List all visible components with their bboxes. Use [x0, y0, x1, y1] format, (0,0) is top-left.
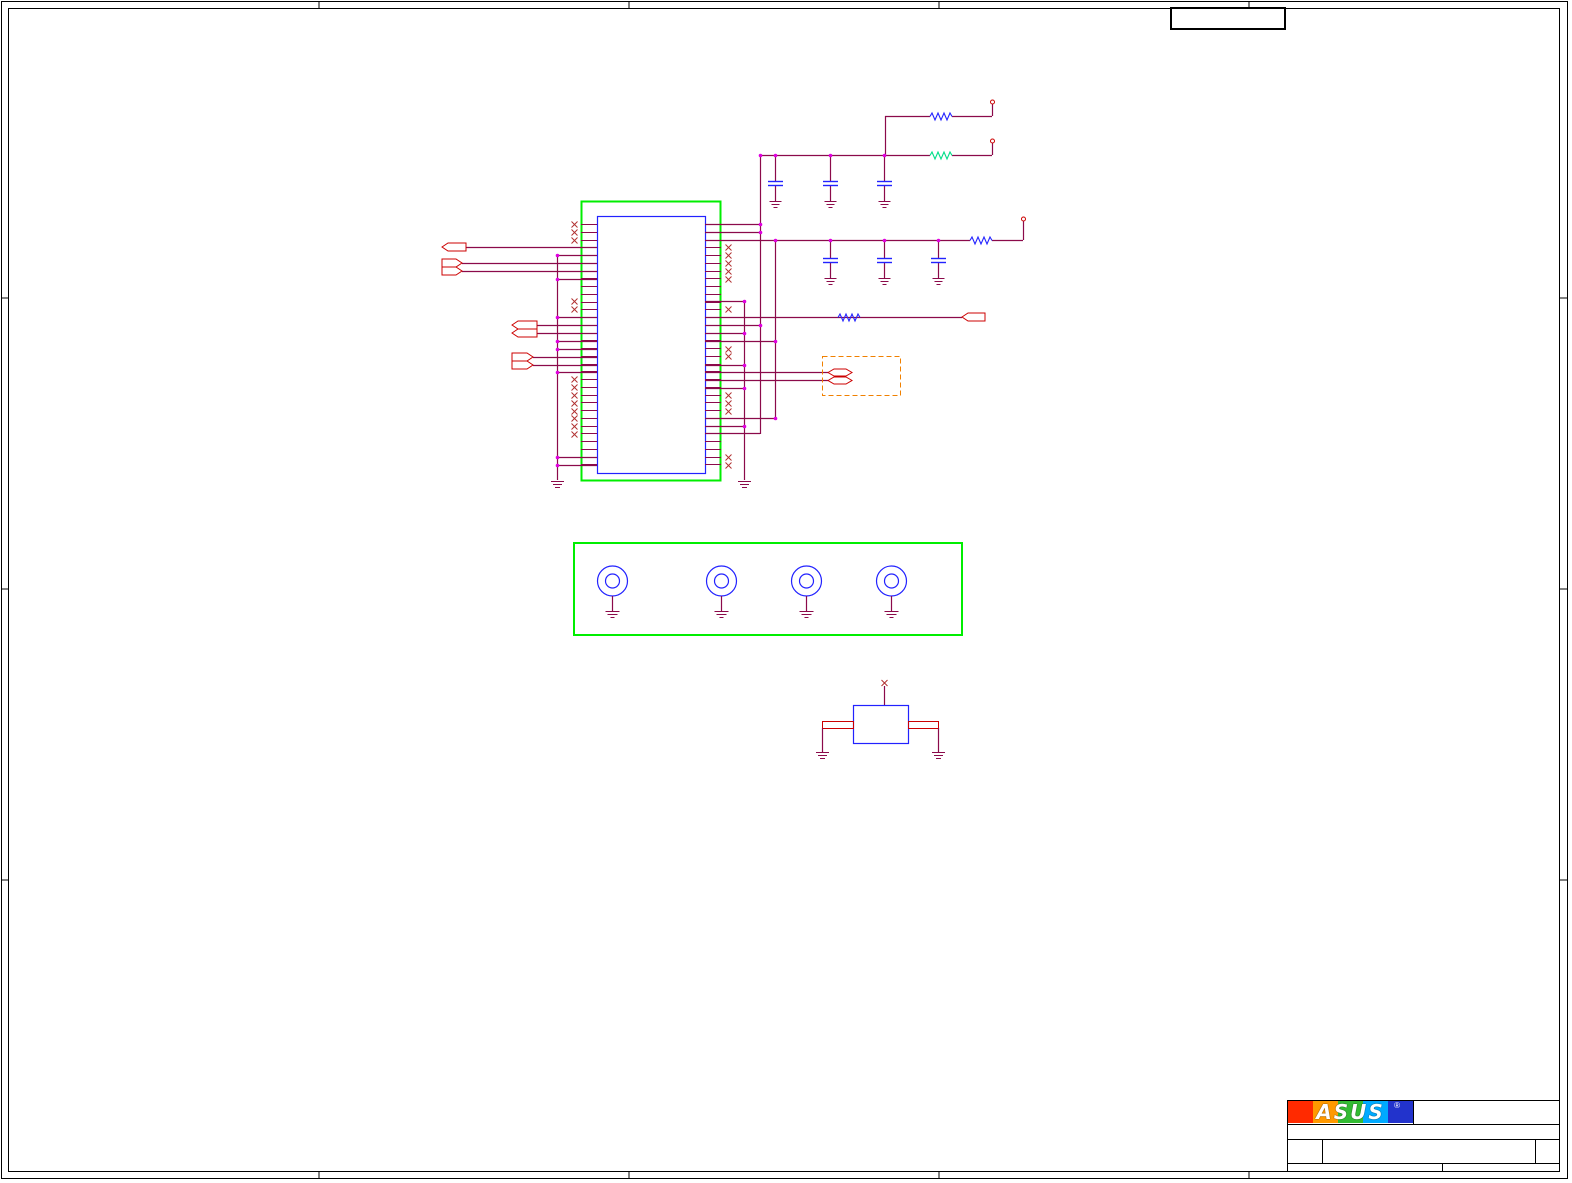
right-wiring	[705, 104, 1025, 480]
ground-symbol	[769, 201, 782, 208]
no-connect-mark	[571, 415, 578, 422]
title-block: ASUS ®	[1287, 1100, 1559, 1171]
no-connect-mark	[725, 252, 732, 259]
ground-symbol	[878, 278, 891, 285]
power-terminals	[990, 99, 1026, 222]
junction-dot	[773, 238, 778, 243]
junction-dot	[773, 153, 778, 158]
resistors	[837, 111, 993, 323]
left-pins	[581, 224, 597, 465]
junction-dot	[555, 339, 560, 344]
capacitors	[768, 180, 946, 264]
no-connect-mark	[725, 408, 732, 415]
no-connect-mark	[571, 423, 578, 430]
revision-stamp-box	[1170, 7, 1286, 30]
no-connect-mark	[571, 376, 578, 383]
no-connect-mark	[571, 237, 578, 244]
junction-dot	[555, 315, 560, 320]
ground-symbol	[738, 481, 751, 488]
ground-symbol	[824, 278, 837, 285]
junction-dot	[555, 455, 560, 460]
ground-symbol	[932, 278, 945, 285]
no-connect-mark	[571, 298, 578, 305]
junction-dot	[773, 339, 778, 344]
no-connect-mark	[571, 392, 578, 399]
junction-dot	[742, 363, 747, 368]
junction-dot	[742, 299, 747, 304]
no-connect-marks	[571, 221, 732, 469]
no-connect-mark	[571, 400, 578, 407]
no-connect-mark	[725, 392, 732, 399]
differential-connector	[827, 368, 853, 385]
ground-symbol	[878, 201, 891, 208]
capacitor-grounds	[769, 201, 945, 285]
left-wiring	[462, 246, 597, 480]
no-connect-mark	[725, 400, 732, 407]
connector-body	[596, 215, 707, 475]
connector-highlight-box	[580, 200, 722, 482]
no-connect-mark	[725, 244, 732, 251]
junction-dot	[758, 323, 763, 328]
junction-dot	[882, 238, 887, 243]
no-connect-mark	[571, 221, 578, 228]
junction-dot	[555, 253, 560, 258]
mounting-hole	[790, 565, 823, 618]
ferrite-bead	[929, 150, 953, 161]
junction-dot	[936, 238, 941, 243]
no-connect-mark	[725, 346, 732, 353]
junction-dot	[758, 230, 763, 235]
no-connect-mark	[571, 408, 578, 415]
no-connect-mark	[725, 306, 732, 313]
no-connect-mark	[725, 268, 732, 275]
small-component	[816, 679, 945, 759]
no-connect-mark	[571, 384, 578, 391]
no-connect-mark	[725, 260, 732, 267]
no-connect-mark	[725, 353, 732, 360]
junction-dot	[758, 153, 763, 158]
no-connect-mark	[725, 454, 732, 461]
junction-dot	[882, 153, 887, 158]
no-connect-mark	[725, 276, 732, 283]
schematic-sheet	[1, 1, 1568, 1179]
mounting-hole	[596, 565, 629, 618]
junction-dot	[742, 331, 747, 336]
small-component-body	[852, 704, 910, 745]
junction-dot	[742, 424, 747, 429]
ground-symbol	[551, 481, 564, 488]
offpage-connector-right	[961, 312, 986, 322]
sheet-frame	[1, 1, 1568, 1179]
junction-dot	[828, 153, 833, 158]
junction-dot	[555, 277, 560, 282]
mounting-hole	[875, 565, 908, 618]
no-connect-mark	[571, 229, 578, 236]
no-connect-mark	[725, 462, 732, 469]
junction-dot	[555, 370, 560, 375]
junction-dot	[742, 386, 747, 391]
no-connect-mark	[571, 431, 578, 438]
offpage-connectors-left	[441, 242, 538, 370]
junction-dot	[828, 238, 833, 243]
mounting-holes	[596, 565, 908, 618]
no-connect-mark	[571, 306, 578, 313]
junction-dot	[555, 463, 560, 468]
asus-logo: ASUS ®	[1288, 1101, 1413, 1123]
junction-dot	[773, 416, 778, 421]
junction-dot	[758, 222, 763, 227]
right-pins	[705, 224, 721, 465]
mounting-hole	[705, 565, 738, 618]
registered-mark: ®	[1394, 1101, 1400, 1110]
ground-symbol	[824, 201, 837, 208]
junction-dot	[555, 347, 560, 352]
